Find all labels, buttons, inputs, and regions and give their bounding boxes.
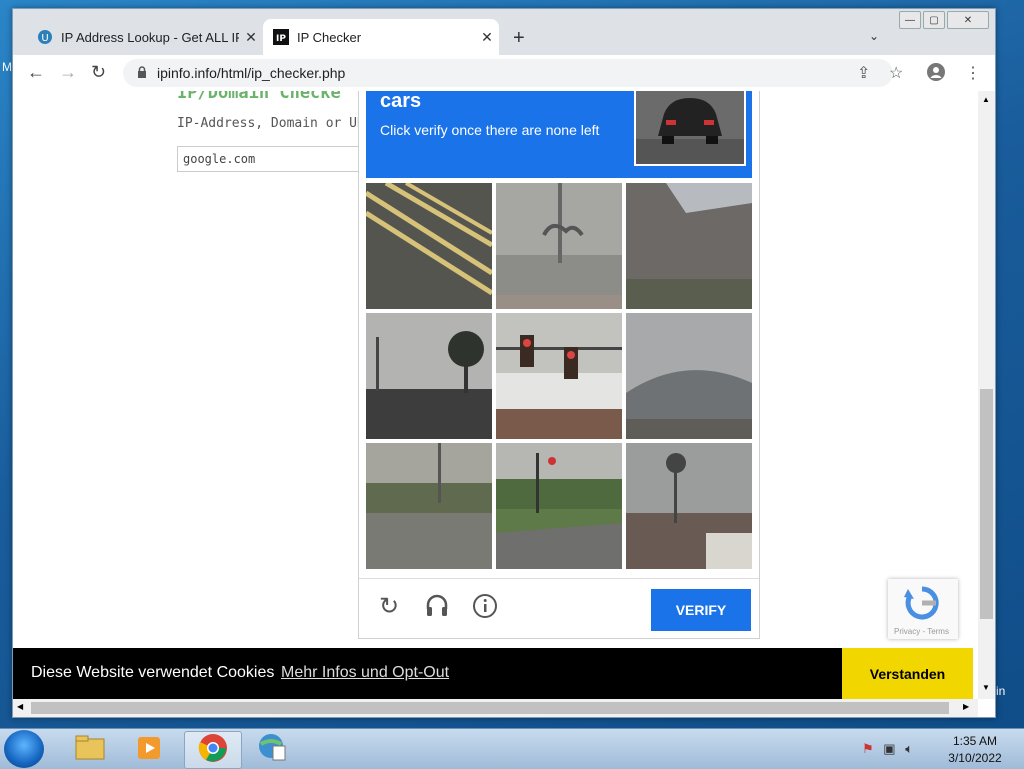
captcha-example-image xyxy=(634,91,746,166)
close-window-button[interactable]: ✕ xyxy=(947,11,989,29)
page-viewport: IP/Domain Checke IP-Address, Domain or U… xyxy=(13,91,995,717)
cookie-banner: Diese Website verwendet Cookies Mehr Inf… xyxy=(13,648,973,699)
forward-arrow-icon[interactable]: → xyxy=(59,62,77,83)
captcha-target-word: cars xyxy=(380,91,422,112)
svg-text:U: U xyxy=(41,33,48,44)
maximize-button[interactable]: ▢ xyxy=(923,11,945,29)
recaptcha-links[interactable]: Privacy - Terms xyxy=(894,627,949,636)
profile-icon[interactable] xyxy=(927,63,945,86)
info-icon[interactable] xyxy=(471,593,499,621)
captcha-tile-4[interactable] xyxy=(366,313,492,439)
tab-close-icon[interactable]: ✕ xyxy=(239,29,263,46)
captcha-header: cars Click verify once there are none le… xyxy=(366,91,752,178)
browser-toolbar: ← → ↻ ipinfo.info/html/ip_checker.php ⇪ … xyxy=(13,55,995,92)
bookmark-star-icon[interactable]: ☆ xyxy=(889,63,903,83)
recaptcha-logo-icon xyxy=(904,585,940,626)
clock-time: 1:35 AM xyxy=(952,734,998,748)
captcha-tile-2[interactable] xyxy=(496,183,622,309)
volume-icon[interactable]: 🔈︎ xyxy=(905,741,913,756)
cookie-accept-button[interactable]: Verstanden xyxy=(842,648,973,699)
cookie-info-link[interactable]: Mehr Infos und Opt-Out xyxy=(281,664,449,682)
browser-window: U IP Address Lookup - Get ALL IP L ✕ IP … xyxy=(12,8,996,718)
scroll-right-arrow-icon[interactable]: ▶ xyxy=(963,702,969,711)
lock-icon xyxy=(137,65,147,81)
media-player-icon xyxy=(136,733,164,766)
verify-button[interactable]: VERIFY xyxy=(651,589,751,631)
cookie-message: Diese Website verwendet Cookies xyxy=(31,664,275,681)
scroll-down-arrow-icon[interactable]: ▼ xyxy=(982,683,990,692)
taskbar-explorer[interactable] xyxy=(62,731,118,767)
captcha-challenge: cars Click verify once there are none le… xyxy=(358,91,760,639)
horizontal-scrollbar[interactable]: ◀ ▶ xyxy=(13,699,978,717)
start-button[interactable] xyxy=(4,730,44,768)
page-heading: IP/Domain Checke xyxy=(177,91,341,103)
share-icon[interactable]: ⇪ xyxy=(857,63,870,83)
ip-lookup-favicon-icon: U xyxy=(37,29,53,45)
back-arrow-icon[interactable]: ← xyxy=(27,62,45,83)
network-icon[interactable]: ▣ xyxy=(883,741,895,756)
captcha-instruction: Click verify once there are none left xyxy=(380,122,600,138)
vertical-scroll-thumb[interactable] xyxy=(980,389,993,619)
vertical-scrollbar[interactable]: ▲ ▼ xyxy=(978,91,995,699)
taskbar-chrome[interactable] xyxy=(184,731,242,769)
domain-input[interactable]: google.com xyxy=(177,146,384,172)
globe-checklist-icon xyxy=(257,732,287,767)
desktop-icon-label-right: in xyxy=(996,684,1006,698)
action-center-flag-icon[interactable]: ⚑ xyxy=(862,741,874,756)
captcha-tile-3[interactable] xyxy=(626,183,752,309)
url-text: ipinfo.info/html/ip_checker.php xyxy=(157,65,346,81)
tab-ip-lookup[interactable]: U IP Address Lookup - Get ALL IP L ✕ xyxy=(27,19,263,55)
reload-icon[interactable]: ↻ xyxy=(91,62,106,83)
taskbar-network-app[interactable] xyxy=(244,731,300,767)
taskbar: ⚑ ▣ 🔈︎ 1:35 AM 3/10/2022 xyxy=(0,728,1024,769)
captcha-footer: ↻ VERIFY xyxy=(359,578,759,639)
captcha-image-grid xyxy=(364,180,752,569)
desktop-icon-label-left: M xyxy=(2,60,12,74)
captcha-tile-1[interactable] xyxy=(364,180,494,309)
scroll-up-arrow-icon[interactable]: ▲ xyxy=(982,95,990,104)
tab-ip-checker[interactable]: IP IP Checker ✕ xyxy=(263,19,499,55)
captcha-tile-5[interactable] xyxy=(496,313,622,439)
folder-icon xyxy=(75,734,105,765)
tab-strip: U IP Address Lookup - Get ALL IP L ✕ IP … xyxy=(13,9,995,55)
menu-kebab-icon[interactable]: ⋮ xyxy=(965,63,981,83)
taskbar-media-player[interactable] xyxy=(122,731,178,767)
captcha-tile-9[interactable] xyxy=(626,443,752,569)
clock[interactable]: 1:35 AM 3/10/2022 xyxy=(940,733,1010,767)
svg-text:IP: IP xyxy=(276,34,286,44)
tab-title: IP Address Lookup - Get ALL IP L xyxy=(61,29,239,45)
address-bar[interactable]: ipinfo.info/html/ip_checker.php xyxy=(123,59,893,87)
reload-challenge-icon[interactable]: ↻ xyxy=(375,593,403,621)
captcha-tile-7[interactable] xyxy=(366,443,492,569)
captcha-tile-8[interactable] xyxy=(496,443,622,569)
ipinfo-favicon-icon: IP xyxy=(273,29,289,45)
tab-close-icon[interactable]: ✕ xyxy=(475,29,499,46)
captcha-tile-6[interactable] xyxy=(626,313,752,439)
chrome-icon xyxy=(198,733,228,768)
clock-date: 3/10/2022 xyxy=(948,751,1002,765)
tab-title: IP Checker xyxy=(297,29,362,45)
recaptcha-badge[interactable]: Privacy - Terms xyxy=(888,579,958,639)
system-tray: ⚑ ▣ 🔈︎ xyxy=(862,741,913,757)
minimize-button[interactable]: — xyxy=(899,11,921,29)
tab-search-chevron-icon[interactable]: ⌄ xyxy=(869,29,879,43)
scroll-left-arrow-icon[interactable]: ◀ xyxy=(17,702,23,711)
input-label: IP-Address, Domain or UR xyxy=(177,116,365,131)
audio-challenge-headphones-icon[interactable] xyxy=(423,593,451,621)
horizontal-scroll-thumb[interactable] xyxy=(31,702,949,714)
new-tab-button[interactable]: + xyxy=(513,27,525,50)
